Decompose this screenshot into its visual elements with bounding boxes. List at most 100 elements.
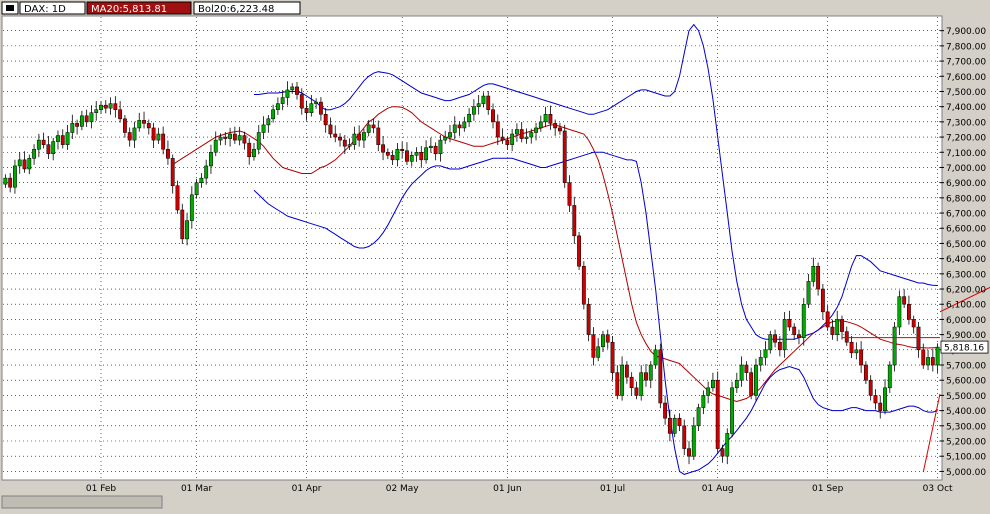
candle-body: [409, 155, 414, 162]
candle-body: [223, 136, 228, 139]
candle-body: [318, 101, 323, 115]
candle-body: [567, 182, 572, 206]
candle-body: [476, 103, 481, 107]
y-tick-label: 6,500.00: [946, 240, 986, 250]
candle-body: [806, 281, 811, 305]
candle-body: [256, 132, 261, 150]
candle-body: [930, 357, 935, 366]
candle-body: [577, 235, 581, 267]
candle-body: [787, 319, 792, 328]
candle-body: [696, 407, 701, 427]
candle-body: [414, 152, 419, 156]
candle-body: [514, 129, 519, 135]
candle-body: [500, 136, 505, 141]
candle-body: [56, 135, 60, 142]
candle-body: [127, 132, 132, 141]
candle-body: [170, 158, 175, 186]
candle-body: [428, 145, 433, 148]
candle-body: [51, 141, 56, 155]
candle-body: [868, 379, 873, 396]
candle-body: [3, 177, 8, 185]
candle-body: [854, 349, 859, 354]
candle-body: [113, 103, 118, 110]
candle-body: [457, 124, 462, 129]
y-tick-label: 5,500.00: [946, 392, 986, 402]
candle-body: [333, 133, 338, 138]
candle-body: [486, 95, 491, 110]
bol-indicator-label: Bol20:6,223.48: [198, 4, 274, 15]
candle-body: [887, 364, 892, 389]
candle-body: [505, 139, 510, 145]
candle-body: [892, 326, 897, 366]
candle-body: [663, 402, 668, 419]
candle-body: [610, 341, 615, 373]
candle-body: [935, 346, 940, 366]
y-tick-label: 7,600.00: [946, 73, 986, 83]
y-tick-label: 6,100.00: [946, 301, 986, 311]
candle-body: [194, 182, 199, 196]
candle-body: [902, 296, 907, 305]
candle-body: [672, 417, 677, 434]
y-tick-label: 5,600.00: [946, 377, 986, 387]
candle-body: [491, 109, 495, 123]
y-tick-label: 6,600.00: [946, 225, 986, 235]
candle-body: [462, 121, 467, 129]
candle-body: [175, 185, 180, 211]
y-tick-label: 5,400.00: [946, 407, 986, 417]
candle-body: [381, 144, 385, 153]
candle-body: [639, 372, 644, 396]
scrollbar-thumb[interactable]: [1, 495, 163, 509]
candle-body: [323, 114, 328, 126]
candle-body: [510, 133, 515, 145]
candle-body: [405, 150, 409, 162]
candle-body: [438, 139, 443, 155]
candle-body: [629, 376, 634, 389]
candle-body: [596, 346, 601, 358]
candle-body: [213, 139, 218, 153]
candle-body: [840, 319, 844, 332]
candle-body: [835, 319, 840, 335]
candle-body: [285, 89, 290, 98]
candle-body: [777, 341, 782, 351]
candle-body: [548, 114, 553, 124]
candle-body: [84, 115, 89, 123]
x-tick-label: 01 Apr: [292, 484, 322, 494]
candle-body: [701, 395, 706, 408]
candle-body: [228, 133, 233, 139]
y-tick-label: 6,900.00: [946, 179, 986, 189]
candle-body: [816, 265, 821, 290]
candle-body: [677, 417, 682, 427]
x-tick-label: 01 Mar: [181, 484, 213, 494]
y-tick-label: 7,100.00: [946, 149, 986, 159]
candle-body: [926, 357, 930, 366]
y-tick-label: 7,000.00: [946, 164, 986, 174]
candle-body: [658, 349, 663, 404]
chart-window: DAX: 1D MA20:5,813.81 Bol20:6,223.48 5,0…: [0, 0, 990, 510]
candle-body: [342, 139, 347, 147]
candle-body: [371, 124, 376, 129]
y-tick-label: 6,700.00: [946, 210, 986, 220]
candle-body: [328, 124, 333, 135]
candle-body: [859, 349, 864, 366]
candle-body: [538, 121, 543, 129]
candle-body: [65, 132, 70, 145]
candle-body: [218, 136, 223, 141]
candle-body: [873, 395, 878, 404]
candle-body: [419, 152, 424, 161]
y-tick-label: 5,900.00: [946, 331, 986, 341]
y-tick-label: 7,500.00: [946, 88, 986, 98]
candle-body: [41, 139, 46, 145]
candle-body: [89, 112, 94, 123]
candle-body: [586, 303, 591, 335]
y-tick-label: 6,000.00: [946, 316, 986, 326]
candle-body: [189, 194, 194, 221]
candle-body: [758, 357, 763, 366]
candle-body: [362, 132, 366, 141]
y-tick-label: 6,800.00: [946, 194, 986, 204]
candle-body: [433, 145, 438, 155]
candle-body: [199, 177, 204, 183]
candle-body: [22, 159, 27, 170]
y-tick-label: 5,700.00: [946, 362, 986, 372]
candle-body: [137, 120, 142, 129]
candle-body: [562, 130, 567, 183]
